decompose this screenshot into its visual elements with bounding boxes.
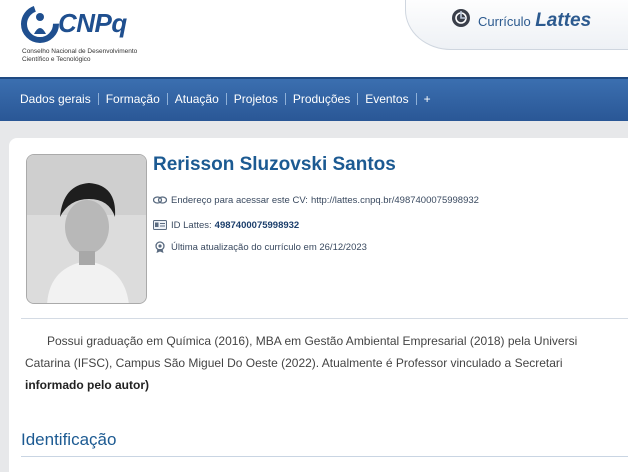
- nav-dados-gerais[interactable]: Dados gerais: [20, 92, 91, 106]
- nav-separator: [166, 93, 168, 105]
- curriculo-lattes-badge[interactable]: Currículo Lattes: [405, 0, 628, 50]
- nav-eventos[interactable]: Eventos: [365, 92, 408, 106]
- certificate-seal-icon: [155, 241, 165, 253]
- site-header: CNPq Conselho Nacional de Desenvolviment…: [0, 0, 628, 77]
- lattes-id-value: 4987400075998932: [214, 219, 300, 231]
- profile-photo-image: [27, 155, 146, 303]
- lattes-label: Lattes: [535, 10, 592, 31]
- cnpq-wordmark: CNPq: [58, 8, 127, 38]
- curriculo-lattes-title: Currículo Lattes: [478, 10, 591, 32]
- resume-paragraph: Possui graduação em Química (2016), MBA …: [25, 330, 628, 396]
- nav-projetos[interactable]: Projetos: [234, 92, 278, 106]
- nav-separator: [284, 93, 286, 105]
- resume-line-1: Possui graduação em Química (2016), MBA …: [47, 334, 578, 348]
- link-icon: [153, 196, 167, 204]
- cnpq-logo-icon: [21, 5, 59, 43]
- cv-address-link[interactable]: http://lattes.cnpq.br/4987400075998932: [311, 195, 479, 206]
- cv-address-row: Endereço para acessar este CV: http://la…: [153, 194, 479, 206]
- last-update-row: Última atualização do currículo em 26/12…: [153, 241, 367, 253]
- profile-name: Rerisson Sluzovski Santos: [153, 154, 396, 175]
- cnpq-subtitle-line2: Científico e Tecnológico: [22, 55, 91, 63]
- cnpq-subtitle-line1: Conselho Nacional de Desenvolvimento: [22, 48, 138, 55]
- curriculo-label: Currículo: [478, 14, 531, 29]
- nav-separator: [415, 93, 417, 105]
- nav-separator: [225, 93, 227, 105]
- nav-separator: [97, 93, 99, 105]
- lattes-logo-icon: [452, 9, 470, 27]
- divider: [21, 318, 628, 319]
- section-title-identificacao: Identificação: [21, 430, 117, 449]
- resume-line-2: Catarina (IFSC), Campus São Miguel Do Oe…: [25, 356, 563, 370]
- profile-card: Rerisson Sluzovski Santos Endereço para …: [9, 138, 628, 472]
- nav-more-button[interactable]: +: [424, 92, 431, 106]
- nav-separator: [357, 93, 359, 105]
- cnpq-subtitle: Conselho Nacional de Desenvolvimento Cie…: [22, 48, 162, 63]
- nav-atuacao[interactable]: Atuação: [175, 92, 219, 106]
- resume-line-3: informado pelo autor): [25, 378, 149, 392]
- nav-producoes[interactable]: Produções: [293, 92, 350, 106]
- main-navigation: Dados gerais Formação Atuação Projetos P…: [0, 77, 628, 121]
- id-card-icon: [153, 220, 167, 230]
- profile-photo: [26, 154, 147, 304]
- section-underline: [21, 456, 628, 457]
- cv-address-label: Endereço para acessar este CV:: [171, 194, 308, 206]
- nav-formacao[interactable]: Formação: [106, 92, 160, 106]
- cnpq-logo[interactable]: CNPq Conselho Nacional de Desenvolviment…: [20, 4, 150, 64]
- last-update-text: Última atualização do currículo em 26/12…: [171, 241, 367, 253]
- lattes-id-row: ID Lattes: 4987400075998932: [153, 219, 299, 231]
- nav-items: Dados gerais Formação Atuação Projetos P…: [20, 92, 431, 106]
- lattes-id-label: ID Lattes:: [171, 219, 212, 231]
